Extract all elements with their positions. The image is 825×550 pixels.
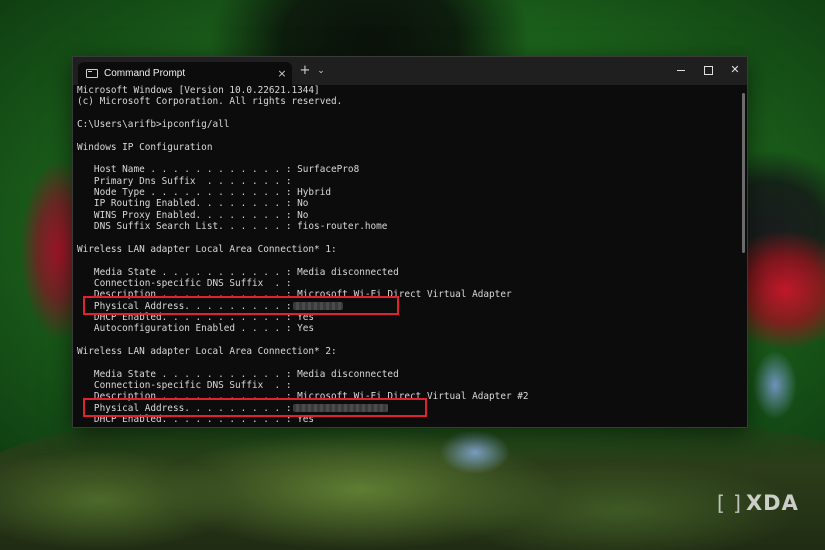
maximize-button[interactable] [694, 57, 722, 83]
console-line: Connection-specific DNS Suffix . : [77, 379, 292, 391]
console-line: (c) Microsoft Corporation. All rights re… [77, 96, 343, 108]
minimize-button[interactable] [667, 57, 695, 83]
wallpaper-bird-feet [440, 428, 510, 478]
console-line: DNS Suffix Search List. . . . . . : fios… [77, 221, 388, 233]
console-line: Primary Dns Suffix . . . . . . . : [77, 175, 292, 187]
wallpaper-branch [0, 410, 825, 550]
minimize-icon [677, 69, 685, 71]
console-line: Media State . . . . . . . . . . . : Medi… [77, 266, 399, 278]
xda-watermark-logo: [ ] XDA [717, 491, 799, 515]
console-output[interactable]: Microsoft Windows [Version 10.0.22621.13… [77, 85, 735, 427]
title-bar[interactable]: Command Prompt × + ⌄ ✕ [73, 57, 747, 85]
maximize-icon [703, 65, 713, 75]
console-line: C:\Users\arifb>ipconfig/all [77, 119, 230, 131]
console-line: Connection-specific DNS Suffix . : [77, 277, 292, 289]
tab-command-prompt[interactable]: Command Prompt × [78, 62, 292, 85]
console-line: Microsoft Windows [Version 10.0.22621.13… [77, 85, 320, 96]
physical-address-highlight [83, 397, 427, 417]
terminal-icon [86, 69, 98, 78]
tab-close-icon[interactable]: × [272, 67, 292, 80]
console-line: Wireless LAN adapter Local Area Connecti… [77, 345, 337, 357]
console-line: Media State . . . . . . . . . . . : Medi… [77, 368, 399, 380]
physical-address-highlight [83, 295, 399, 315]
xda-watermark-text: XDA [745, 491, 799, 515]
tab-dropdown-button[interactable]: ⌄ [314, 63, 328, 79]
wallpaper-bird-feet [750, 350, 800, 420]
console-line: WINS Proxy Enabled. . . . . . . . : No [77, 209, 309, 221]
scrollbar-thumb[interactable] [742, 93, 745, 253]
desktop-wallpaper: Command Prompt × + ⌄ ✕ Microsoft Windows… [0, 0, 825, 550]
close-button[interactable]: ✕ [721, 57, 749, 83]
console-line: Wireless LAN adapter Local Area Connecti… [77, 243, 337, 255]
console-line: IP Routing Enabled. . . . . . . . : No [77, 198, 309, 210]
console-line: Autoconfiguration Enabled . . . . : Yes [77, 323, 315, 335]
console-line: Windows IP Configuration [77, 141, 213, 153]
tab-title: Command Prompt [104, 68, 186, 79]
console-line: Host Name . . . . . . . . . . . . : Surf… [77, 164, 360, 176]
command-prompt-window: Command Prompt × + ⌄ ✕ Microsoft Windows… [72, 56, 748, 428]
new-tab-button[interactable]: + [297, 63, 313, 79]
console-line: Node Type . . . . . . . . . . . . : Hybr… [77, 187, 331, 199]
xda-bracket-icon: [ ] [717, 491, 742, 515]
